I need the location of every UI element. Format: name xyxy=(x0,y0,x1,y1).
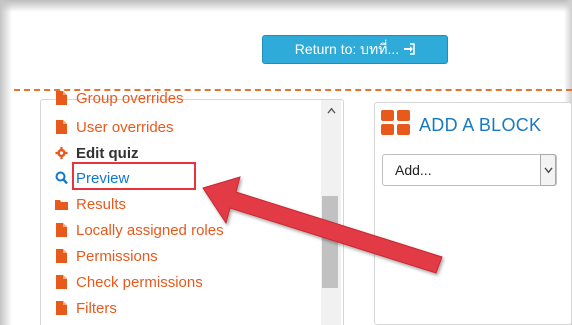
nav-item-label: Locally assigned roles xyxy=(76,221,224,239)
file-icon xyxy=(55,120,68,134)
folder-icon xyxy=(55,197,68,211)
nav-item-locally-assigned-roles[interactable]: Locally assigned roles xyxy=(55,219,224,241)
nav-item-label: Edit quiz xyxy=(76,144,139,162)
add-block-title: ADD A BLOCK xyxy=(419,114,542,135)
add-block-select[interactable]: Add... xyxy=(382,154,557,186)
nav-item-label: Filters xyxy=(76,299,117,317)
file-icon xyxy=(55,249,68,263)
nav-item-results[interactable]: Results xyxy=(55,193,126,215)
nav-item-label: Results xyxy=(76,195,127,213)
sign-in-icon xyxy=(403,42,415,58)
nav-item-label: User overrides xyxy=(76,118,174,136)
scroll-up-arrow-icon[interactable] xyxy=(321,104,341,116)
file-icon xyxy=(55,301,68,315)
frame-shadow-left xyxy=(0,0,12,325)
return-to-course-button[interactable]: Return to: บทที่... xyxy=(262,35,448,64)
file-icon xyxy=(55,223,68,237)
nav-item-check-permissions[interactable]: Check permissions xyxy=(55,271,203,293)
search-icon xyxy=(55,171,68,185)
blocks-grid-icon xyxy=(381,109,411,141)
nav-item-permissions[interactable]: Permissions xyxy=(55,245,158,267)
gear-icon xyxy=(55,146,68,160)
file-icon xyxy=(55,91,68,105)
nav-item-label: Check permissions xyxy=(76,273,203,291)
nav-item-group-overrides[interactable]: Group overrides xyxy=(55,87,184,109)
nav-item-user-overrides[interactable]: User overrides xyxy=(55,116,174,138)
preview-highlight-box xyxy=(72,162,196,190)
nav-item-filters[interactable]: Filters xyxy=(55,297,117,319)
add-block-select-value: Add... xyxy=(395,162,432,178)
screenshot-frame: Return to: บทที่... Group overrides User… xyxy=(0,0,572,325)
scrollbar-thumb[interactable] xyxy=(322,196,338,288)
nav-item-label: Permissions xyxy=(76,247,158,265)
frame-shadow-top xyxy=(0,0,572,12)
nav-item-edit-quiz[interactable]: Edit quiz xyxy=(55,142,139,164)
return-button-label: Return to: บทที่... xyxy=(294,40,400,57)
add-block-header: ADD A BLOCK xyxy=(381,109,542,141)
nav-item-label: Group overrides xyxy=(76,89,184,107)
file-icon xyxy=(55,275,68,289)
chevron-down-icon[interactable] xyxy=(540,154,556,186)
